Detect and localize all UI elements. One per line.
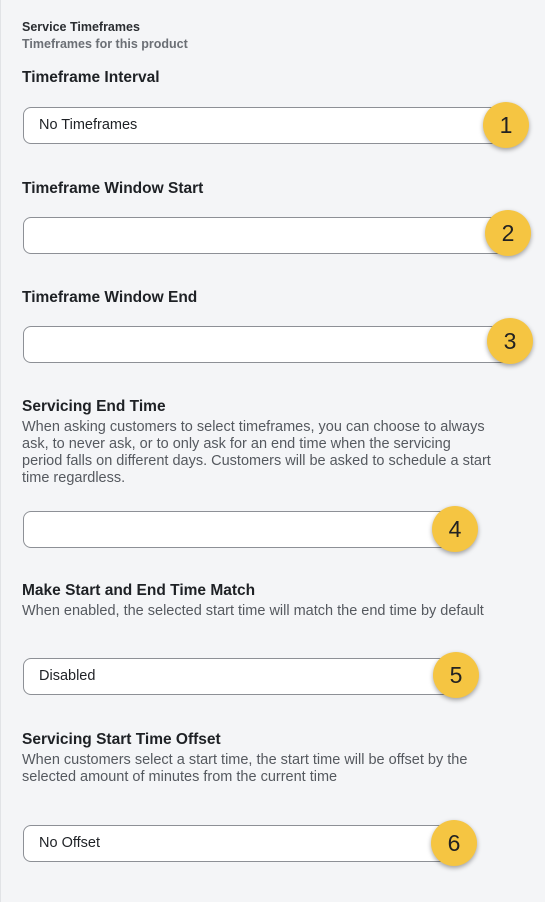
section-subtitle: Timeframes for this product: [22, 37, 188, 51]
callout-badge-3: 3: [487, 318, 533, 364]
servicing-start-time-offset-label: Servicing Start Time Offset: [22, 731, 221, 748]
timeframe-window-end-label: Timeframe Window End: [22, 289, 198, 306]
callout-badge-6: 6: [431, 820, 477, 866]
callout-badge-1: 1: [483, 102, 529, 148]
callout-badge-5: 5: [433, 652, 479, 698]
servicing-end-time-select[interactable]: [23, 511, 463, 548]
servicing-end-time-description: When asking customers to select timefram…: [22, 419, 491, 486]
make-start-end-match-description: When enabled, the selected start time wi…: [22, 603, 484, 619]
make-start-end-match-select[interactable]: Disabled: [23, 658, 463, 695]
callout-badge-2: 2: [485, 210, 531, 256]
callout-badge-4: 4: [432, 506, 478, 552]
make-start-end-match-label: Make Start and End Time Match: [22, 582, 256, 599]
timeframe-interval-label: Timeframe Interval: [22, 69, 160, 86]
service-timeframes-panel: Service Timeframes Timeframes for this p…: [0, 0, 544, 902]
section-title: Service Timeframes: [22, 20, 140, 34]
servicing-end-time-label: Servicing End Time: [22, 398, 166, 415]
timeframe-window-start-label: Timeframe Window Start: [22, 180, 204, 197]
servicing-start-time-offset-description: When customers select a start time, the …: [22, 752, 468, 785]
timeframe-window-start-input[interactable]: [23, 217, 513, 254]
servicing-start-time-offset-select[interactable]: No Offset: [23, 825, 463, 862]
timeframe-window-end-input[interactable]: [23, 326, 513, 363]
timeframe-interval-select[interactable]: No Timeframes: [23, 107, 513, 144]
